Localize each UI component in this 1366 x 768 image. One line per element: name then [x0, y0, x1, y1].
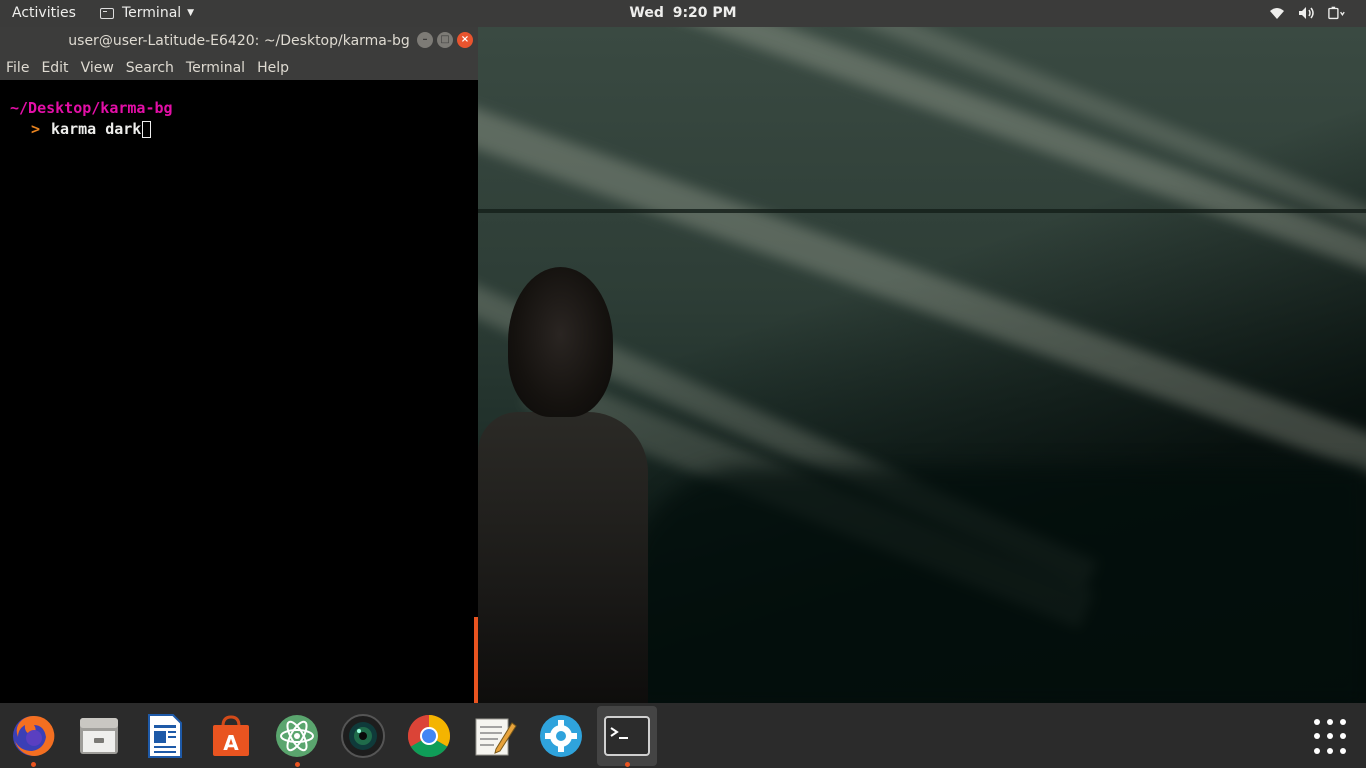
clock[interactable]: Wed 9:20 PM [0, 5, 1366, 21]
chrome-icon [407, 715, 451, 758]
running-indicator [31, 762, 36, 767]
running-indicator [625, 762, 630, 767]
gear-icon [540, 715, 582, 757]
menu-view[interactable]: View [81, 60, 114, 76]
wall-ledge [478, 209, 1366, 213]
dock-software[interactable]: A [204, 709, 258, 763]
command-text: karma dark [51, 120, 142, 138]
atom-icon [276, 715, 318, 757]
window-titlebar[interactable]: user@user-Latitude-E6420: ~/Desktop/karm… [0, 27, 478, 55]
clock-time: 9:20 PM [672, 5, 737, 21]
camera-lens-icon [341, 714, 385, 758]
running-indicator [295, 762, 300, 767]
menu-help[interactable]: Help [257, 60, 289, 76]
window-controls: – □ × [417, 32, 473, 48]
dock-chrome[interactable] [402, 709, 456, 763]
dock-terminal[interactable] [597, 706, 657, 767]
document-icon [148, 714, 182, 758]
system-tray[interactable] [1268, 4, 1346, 22]
shopping-bag-icon: A [213, 715, 249, 756]
current-directory: ~/Desktop/karma-bg [10, 99, 173, 117]
figure-body [478, 412, 648, 703]
wifi-icon[interactable] [1268, 4, 1286, 22]
show-applications-icon[interactable] [1314, 719, 1350, 755]
menu-search[interactable]: Search [126, 60, 174, 76]
dock-files[interactable] [72, 709, 126, 763]
figure-head [508, 267, 613, 417]
svg-text:A: A [223, 731, 239, 755]
terminal-menubar: File Edit View Search Terminal Help [0, 55, 478, 80]
volume-icon[interactable] [1298, 4, 1316, 22]
close-icon[interactable]: × [457, 32, 473, 48]
menu-terminal[interactable]: Terminal [186, 60, 245, 76]
menu-edit[interactable]: Edit [41, 60, 68, 76]
desktop-wallpaper [478, 27, 1366, 703]
dock-firefox[interactable] [6, 709, 60, 767]
window-title: user@user-Latitude-E6420: ~/Desktop/karm… [68, 33, 410, 49]
dock-camera[interactable] [336, 709, 390, 763]
dock-settings[interactable] [534, 709, 588, 763]
text-cursor [142, 120, 152, 138]
terminal-body[interactable]: ~/Desktop/karma-bg > karma dark [0, 80, 478, 703]
dock-text-editor[interactable] [468, 709, 522, 763]
clock-day: Wed [629, 5, 664, 21]
battery-icon[interactable] [1328, 4, 1346, 22]
maximize-icon[interactable]: □ [437, 32, 453, 48]
text-editor-icon [475, 718, 517, 756]
terminal-icon [604, 716, 650, 756]
files-icon [80, 718, 118, 754]
terminal-window[interactable]: user@user-Latitude-E6420: ~/Desktop/karm… [0, 27, 478, 703]
dock-writer[interactable] [138, 709, 192, 763]
firefox-icon [13, 715, 55, 756]
shadow [628, 467, 1366, 703]
menu-file[interactable]: File [6, 60, 29, 76]
prompt-symbol: > [31, 120, 41, 138]
dock: A [0, 703, 1366, 768]
scrollbar[interactable] [474, 617, 478, 703]
prompt-line[interactable]: > karma dark [31, 120, 152, 138]
minimize-icon[interactable]: – [417, 32, 433, 48]
top-panel: Activities Terminal ▼ Wed 9:20 PM [0, 0, 1366, 27]
dock-atom[interactable] [270, 709, 324, 767]
